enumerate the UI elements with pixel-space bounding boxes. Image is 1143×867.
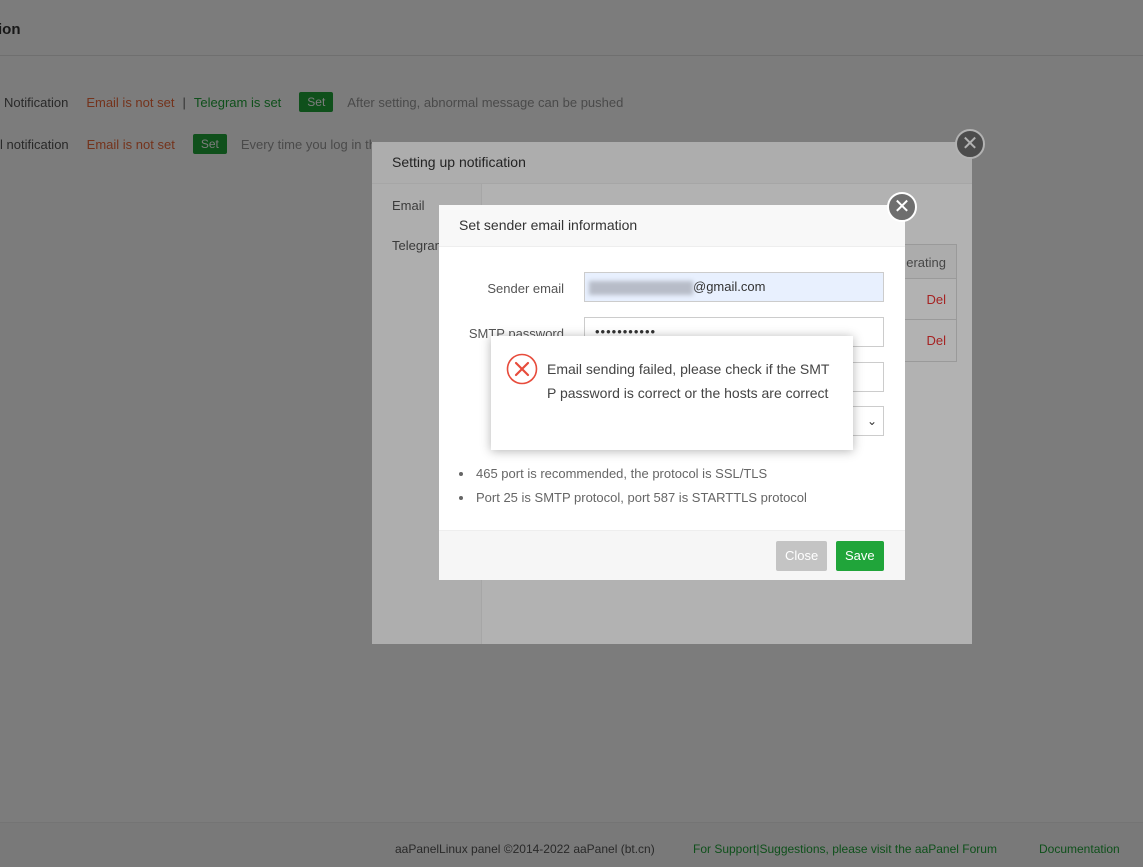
redacted-blur: [589, 280, 693, 295]
sender-email-value: @gmail.com: [693, 279, 766, 294]
save-button[interactable]: Save: [836, 541, 884, 571]
sender-email-label: Sender email: [487, 281, 564, 296]
chevron-down-icon: ⌄: [866, 414, 877, 428]
close-icon[interactable]: ✕: [887, 192, 917, 222]
error-circle-x-icon: [506, 353, 538, 385]
note-item: Port 25 is SMTP protocol, port 587 is ST…: [459, 489, 807, 513]
modal-footer: Close Save: [439, 530, 905, 580]
sender-email-input[interactable]: @gmail.com: [584, 272, 884, 302]
error-message: Email sending failed, please check if th…: [547, 361, 830, 401]
help-notes: 465 port is recommended, the protocol is…: [459, 465, 807, 513]
error-toast: Email sending failed, please check if th…: [491, 336, 853, 450]
close-button[interactable]: Close: [776, 541, 828, 571]
note-item: 465 port is recommended, the protocol is…: [459, 465, 807, 489]
modal-title: Set sender email information: [439, 205, 905, 247]
